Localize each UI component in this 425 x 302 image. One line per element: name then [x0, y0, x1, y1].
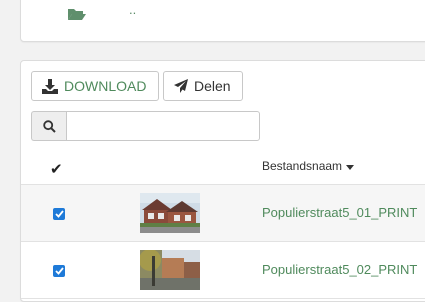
folder-open-icon[interactable]: [67, 7, 87, 21]
table-row[interactable]: Populierstraat5_01_PRINT: [21, 185, 425, 242]
table-header: ✔ Bestandsnaam: [21, 149, 425, 185]
row-checkbox[interactable]: [53, 265, 65, 277]
files-panel: DOWNLOAD Delen ✔ Bestandsnaam Populierst…: [20, 60, 425, 302]
row-checkbox[interactable]: [53, 208, 65, 220]
caret-down-icon: [346, 164, 355, 170]
paper-plane-icon: [174, 79, 188, 93]
file-name-link[interactable]: Populierstraat5_02_PRINT: [262, 262, 417, 277]
checkmark-icon[interactable]: ✔: [50, 160, 63, 178]
folder-navigation-panel: ..: [20, 0, 425, 42]
folder-row[interactable]: [67, 6, 87, 22]
file-name-link[interactable]: Populierstraat5_01_PRINT: [262, 205, 417, 220]
share-button[interactable]: Delen: [163, 71, 243, 101]
column-header-name-label: Bestandsnaam: [262, 159, 343, 173]
search-group: [31, 111, 260, 141]
parent-folder-link[interactable]: ..: [129, 2, 136, 17]
download-button[interactable]: DOWNLOAD: [31, 71, 159, 101]
table-row[interactable]: Populierstraat5_02_PRINT: [21, 242, 425, 299]
column-header-name[interactable]: Bestandsnaam: [262, 159, 355, 173]
download-label: DOWNLOAD: [64, 78, 147, 94]
search-icon: [31, 111, 66, 141]
download-icon: [42, 78, 58, 94]
share-label: Delen: [194, 78, 231, 94]
street-photo-thumbnail[interactable]: [140, 250, 200, 290]
house-photo-thumbnail[interactable]: [140, 193, 200, 233]
search-input[interactable]: [66, 111, 260, 141]
